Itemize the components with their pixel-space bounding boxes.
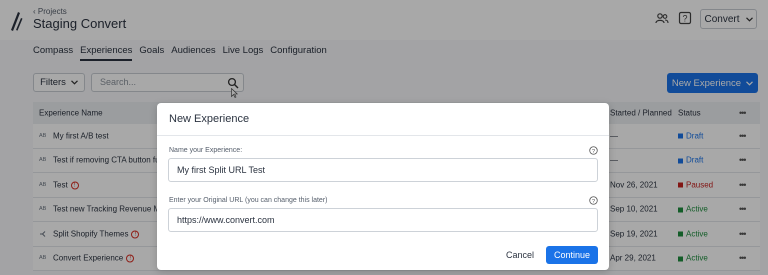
continue-button[interactable]: Continue xyxy=(546,246,598,264)
dialog-title: New Experience xyxy=(169,113,250,125)
url-field-label: Enter your Original URL (you can change … xyxy=(169,197,328,204)
divider xyxy=(157,135,609,136)
help-circle-icon[interactable]: ? xyxy=(589,196,598,205)
experience-name-input[interactable] xyxy=(168,158,598,182)
name-field-label: Name your Experience: xyxy=(169,147,243,154)
original-url-input[interactable] xyxy=(168,208,598,232)
new-experience-dialog: New Experience Name your Experience: ? E… xyxy=(157,103,609,270)
help-circle-icon[interactable]: ? xyxy=(589,146,598,155)
cancel-button[interactable]: Cancel xyxy=(504,247,536,263)
